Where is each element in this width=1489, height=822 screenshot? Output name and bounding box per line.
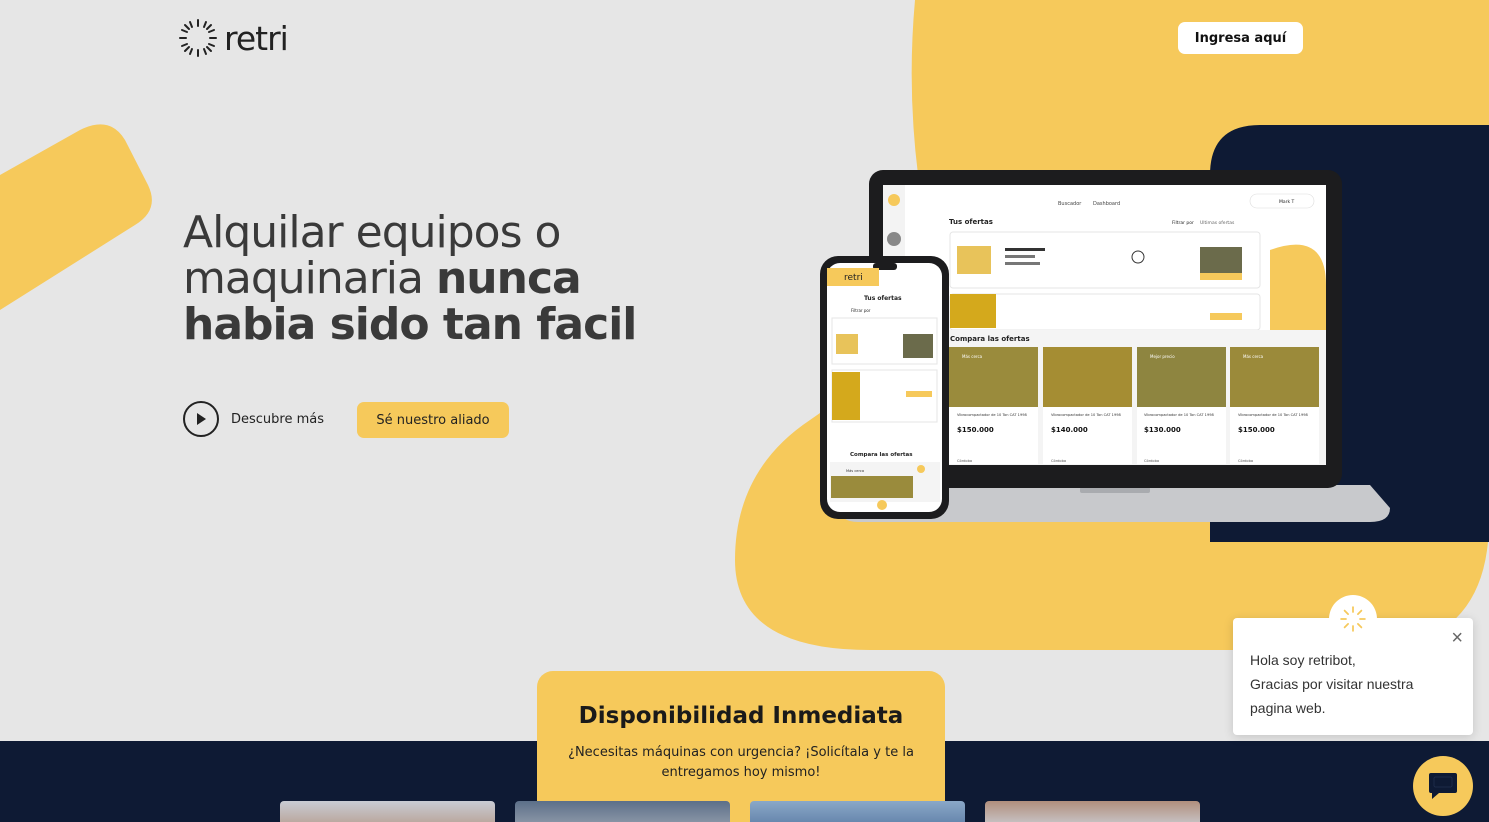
chat-line-1: Hola soy retribot, [1250,652,1356,668]
hero-line-2-bold: nunca [435,253,582,304]
chat-line-3: pagina web. [1250,700,1326,716]
discover-more-link[interactable]: Descubre más [183,401,324,437]
photo-strip [280,801,1200,822]
sun-logo-icon [179,19,217,57]
chat-bubble-icon [1429,773,1457,799]
photo-thumb[interactable] [985,801,1200,822]
chat-launcher-button[interactable] [1413,756,1473,816]
hero-line-2-light: maquinaria [183,253,436,304]
availability-text: ¿Necesitas máquinas con urgencia? ¡Solic… [568,745,914,780]
availability-title: Disponibilidad Inmediata [578,703,904,729]
hero-headline: Alquilar equipos o maquinaria nunca habi… [183,210,703,348]
hero-line-1: Alquilar equipos o [183,207,561,258]
chat-message: Hola soy retribot, Gracias por visitar n… [1250,648,1413,720]
photo-thumb[interactable] [280,801,495,822]
become-ally-button[interactable]: Sé nuestro aliado [357,402,509,438]
availability-card: Disponibilidad Inmediata ¿Necesitas máqu… [537,671,945,822]
play-icon[interactable] [183,401,219,437]
retri-logo[interactable]: retri [178,18,289,58]
sun-logo-icon [1340,606,1366,632]
brand-name: retri [224,18,289,58]
login-button[interactable]: Ingresa aquí [1178,22,1303,54]
hero-line-3: habia sido tan facil [183,299,637,350]
photo-thumb[interactable] [515,801,730,822]
chat-line-2: Gracias por visitar nuestra [1250,676,1414,692]
photo-thumb[interactable] [750,801,965,822]
retribot-avatar [1329,595,1377,643]
discover-more-label: Descubre más [231,411,325,427]
close-icon[interactable]: × [1451,628,1463,648]
